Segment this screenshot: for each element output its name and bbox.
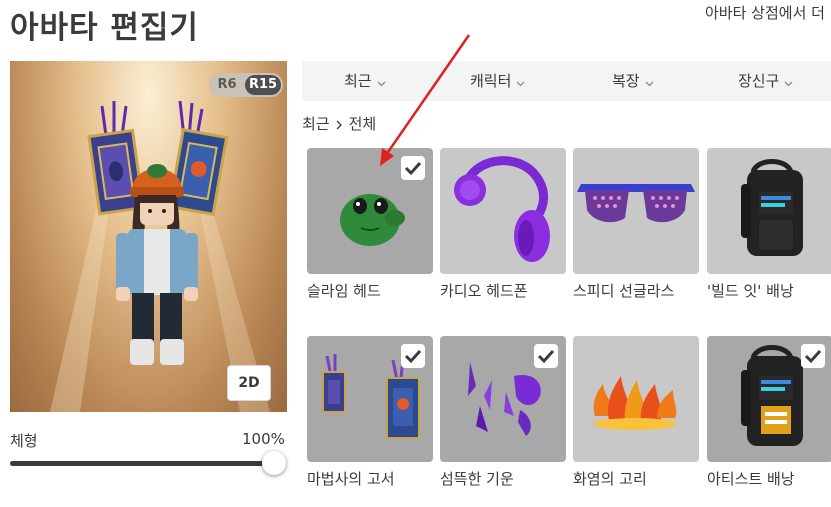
avatar-shop-link[interactable]: 아바타 상점에서 더 — [705, 2, 825, 23]
avatar-figure — [50, 61, 270, 412]
item-thumbnail[interactable] — [440, 336, 566, 462]
chevron-down-icon — [516, 62, 525, 102]
selected-check-icon[interactable] — [401, 344, 425, 368]
chevron-down-icon — [377, 62, 386, 102]
item-name[interactable]: 섬뜩한 기운 — [440, 468, 570, 489]
tab-label: 장신구 — [738, 72, 780, 90]
item-name[interactable]: 카디오 헤드폰 — [440, 280, 570, 301]
category-bar: 최근 캐릭터 복장 장신구 — [302, 61, 831, 101]
rig-type-toggle[interactable]: R6 R15 — [209, 73, 283, 97]
body-type-label: 체형 — [10, 432, 38, 450]
chevron-down-icon — [784, 62, 793, 102]
tab-character[interactable]: 캐릭터 — [470, 61, 525, 101]
body-type-slider[interactable] — [10, 461, 274, 466]
selected-check-icon[interactable] — [401, 156, 425, 180]
headphones-icon — [454, 156, 550, 262]
item-name[interactable]: 스피디 선글라스 — [573, 280, 703, 301]
rig-r6-option[interactable]: R6 — [213, 73, 241, 97]
tab-label: 복장 — [612, 72, 640, 90]
tab-recent[interactable]: 최근 — [344, 61, 386, 101]
chevron-down-icon — [645, 62, 654, 102]
backpack-icon — [741, 159, 803, 256]
body-type-slider-thumb[interactable] — [262, 451, 286, 475]
flame-ring-icon — [593, 376, 677, 430]
item-name[interactable]: 마법사의 고서 — [307, 468, 437, 489]
item-name[interactable]: '빌드 잇' 배낭 — [707, 280, 831, 301]
sunglasses-icon — [577, 184, 695, 223]
breadcrumb-parent[interactable]: 최근 — [302, 115, 330, 133]
item-thumbnail[interactable] — [440, 148, 566, 274]
selected-check-icon[interactable] — [534, 344, 558, 368]
item-thumbnail[interactable] — [707, 336, 831, 462]
item-thumbnail[interactable] — [707, 148, 831, 274]
item-name[interactable]: 화염의 고리 — [573, 468, 703, 489]
rig-r15-option[interactable]: R15 — [245, 75, 281, 95]
selected-check-icon[interactable] — [801, 344, 825, 368]
item-name[interactable]: 아티스트 배낭 — [707, 468, 831, 489]
item-thumbnail[interactable] — [307, 148, 433, 274]
tab-label: 최근 — [344, 72, 372, 90]
item-thumbnail[interactable] — [307, 336, 433, 462]
tab-label: 캐릭터 — [470, 72, 512, 90]
tab-accessories[interactable]: 장신구 — [738, 61, 793, 101]
chevron-right-icon — [336, 116, 343, 134]
tab-clothing[interactable]: 복장 — [612, 61, 654, 101]
view-2d-button[interactable]: 2D — [227, 365, 271, 401]
breadcrumb-current: 전체 — [348, 115, 377, 133]
body-type-value: 100% — [242, 430, 285, 448]
page-title: 아바타 편집기 — [10, 10, 199, 46]
breadcrumb: 최근 전체 — [302, 113, 376, 134]
item-thumbnail[interactable] — [573, 148, 699, 274]
avatar-preview[interactable]: R6 R15 2D — [10, 61, 287, 412]
item-name[interactable]: 슬라임 헤드 — [307, 280, 437, 301]
item-thumbnail[interactable] — [573, 336, 699, 462]
